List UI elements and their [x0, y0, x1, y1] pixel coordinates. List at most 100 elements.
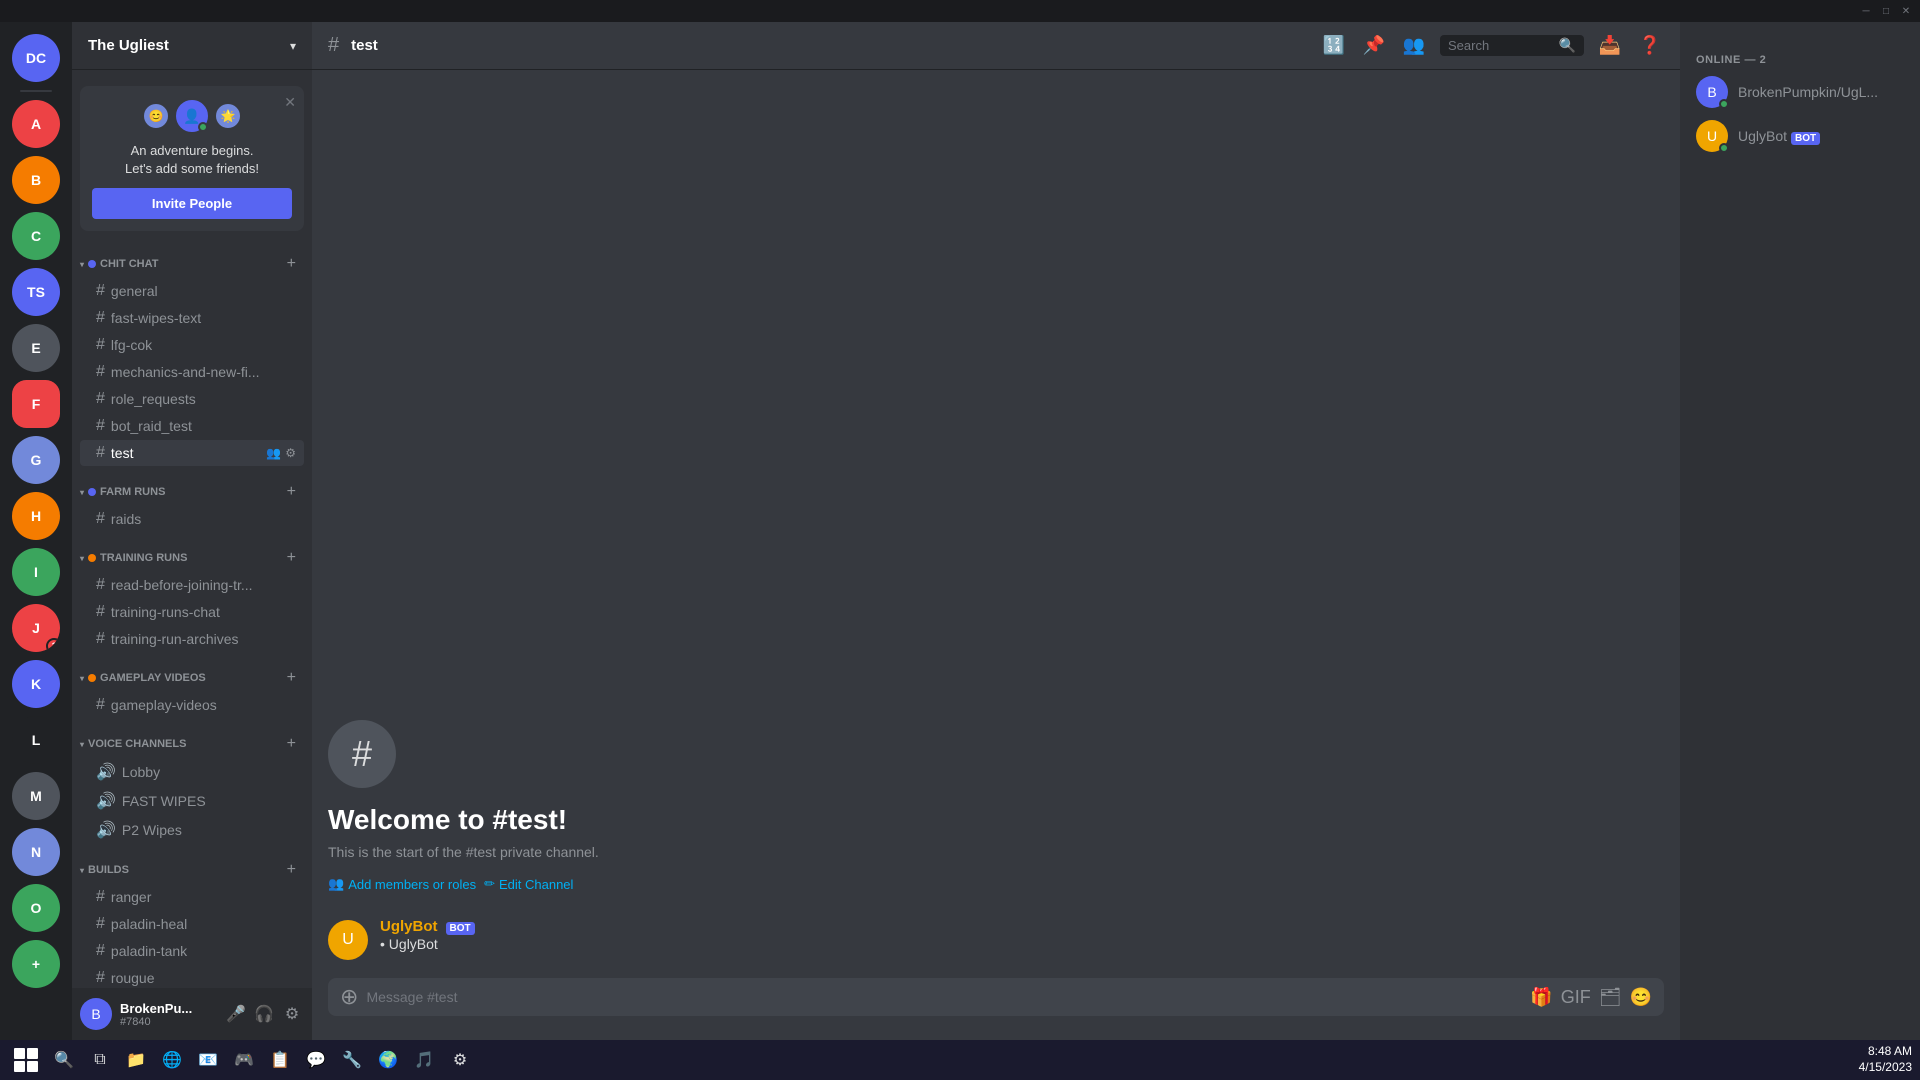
- category-header-gameplay-videos[interactable]: ▾GAMEPLAY VIDEOS +: [72, 653, 312, 691]
- maximize-button[interactable]: □: [1880, 5, 1892, 17]
- app9-taskbar-button[interactable]: 🎵: [408, 1044, 440, 1076]
- channel-test[interactable]: #test👥⚙: [80, 440, 304, 466]
- server-icon-server-e[interactable]: E: [12, 324, 60, 372]
- pin-header-button[interactable]: 📌: [1360, 32, 1388, 60]
- member-item[interactable]: BBrokenPumpkin/UgL...: [1688, 70, 1912, 114]
- channel-P2-Wipes[interactable]: 🔊P2 Wipes: [80, 816, 304, 844]
- user-name: BrokenPu...: [120, 1001, 216, 1016]
- add-members-button[interactable]: 👥 Add members or roles: [328, 876, 476, 892]
- text-channel-icon: #: [96, 696, 105, 714]
- channel-ranger[interactable]: #ranger: [80, 884, 304, 910]
- server-icon-server-n[interactable]: N: [12, 828, 60, 876]
- search-taskbar-button[interactable]: 🔍: [48, 1044, 80, 1076]
- edit-channel-button[interactable]: ✏ Edit Channel: [484, 876, 573, 892]
- channel-read-before-joining-tr---[interactable]: #read-before-joining-tr...: [80, 572, 304, 598]
- member-item[interactable]: UUglyBotBOT: [1688, 114, 1912, 158]
- category-add-button-gameplay-videos[interactable]: +: [287, 669, 296, 687]
- server-header[interactable]: The Ugliest ▾: [72, 22, 312, 70]
- server-icon-discord-home[interactable]: DC: [12, 34, 60, 82]
- server-icon-server-m[interactable]: M: [12, 772, 60, 820]
- close-button[interactable]: ✕: [1900, 5, 1912, 17]
- text-channel-name: raids: [111, 511, 296, 527]
- channel-paladin-heal[interactable]: #paladin-heal: [80, 911, 304, 937]
- category-add-button-voice-channels[interactable]: +: [287, 735, 296, 753]
- server-icon-server-j[interactable]: J1: [12, 604, 60, 652]
- channel-gameplay-videos[interactable]: #gameplay-videos: [80, 692, 304, 718]
- channel-training-runs-chat[interactable]: #training-runs-chat: [80, 599, 304, 625]
- deafen-button[interactable]: 🎧: [252, 1002, 276, 1026]
- files-taskbar-button[interactable]: 📁: [120, 1044, 152, 1076]
- invite-people-button[interactable]: Invite People: [92, 188, 292, 219]
- channel-role-requests[interactable]: #role_requests: [80, 386, 304, 412]
- server-icon-server-a[interactable]: A: [12, 100, 60, 148]
- category-add-button-farm-runs[interactable]: +: [287, 483, 296, 501]
- category-header-farm-runs[interactable]: ▾FARM RUNS+: [72, 467, 312, 505]
- server-icon-server-g[interactable]: G: [12, 436, 60, 484]
- start-button[interactable]: [8, 1042, 44, 1078]
- server-icon-server-i[interactable]: I: [12, 548, 60, 596]
- server-icon-server-k[interactable]: K: [12, 660, 60, 708]
- inbox-header-button[interactable]: 📥: [1596, 32, 1624, 60]
- app7-taskbar-button[interactable]: 🔧: [336, 1044, 368, 1076]
- channel-mechanics-and-new-fi---[interactable]: #mechanics-and-new-fi...: [80, 359, 304, 385]
- channel-paladin-tank[interactable]: #paladin-tank: [80, 938, 304, 964]
- server-icon-server-b[interactable]: B: [12, 156, 60, 204]
- app5-taskbar-button[interactable]: 📋: [264, 1044, 296, 1076]
- mail-taskbar-button[interactable]: 📧: [192, 1044, 224, 1076]
- app6-taskbar-button[interactable]: 💬: [300, 1044, 332, 1076]
- gift-button[interactable]: 🎁: [1530, 987, 1552, 1008]
- category-header-voice-channels[interactable]: ▾VOICE CHANNELS+: [72, 719, 312, 757]
- add-people-icon[interactable]: 👥: [266, 446, 281, 460]
- emoji-button[interactable]: 😊: [1630, 987, 1652, 1008]
- text-channel-name: read-before-joining-tr...: [111, 577, 296, 593]
- xbox-taskbar-button[interactable]: 🎮: [228, 1044, 260, 1076]
- category-header-builds[interactable]: ▾BUILDS+: [72, 845, 312, 883]
- category-name-gameplay-videos: ▾GAMEPLAY VIDEOS: [80, 672, 206, 684]
- channel-rougue[interactable]: #rougue: [80, 965, 304, 988]
- message-input-area: ⊕ 🎁 GIF 🗂 😊: [312, 978, 1680, 1040]
- add-attachment-button[interactable]: ⊕: [340, 984, 358, 1010]
- channel-settings-icon[interactable]: ⚙: [285, 446, 296, 460]
- adventure-avatar-row: 😊 👤 🌟: [92, 98, 292, 134]
- app8-taskbar-button[interactable]: 🌍: [372, 1044, 404, 1076]
- search-bar[interactable]: Search 🔍: [1440, 35, 1584, 56]
- server-icon-server-new[interactable]: +: [12, 940, 60, 988]
- hash-header-button[interactable]: 🔢: [1320, 32, 1348, 60]
- channel-FAST-WIPES[interactable]: 🔊FAST WIPES: [80, 787, 304, 815]
- channel-bot-raid-test[interactable]: #bot_raid_test: [80, 413, 304, 439]
- category-add-button-training-runs[interactable]: +: [287, 549, 296, 567]
- channel-Lobby[interactable]: 🔊Lobby: [80, 758, 304, 786]
- server-icon-server-f[interactable]: F: [12, 380, 60, 428]
- category-add-button-chit-chat[interactable]: +: [287, 255, 296, 273]
- members-header-button[interactable]: 👥: [1400, 32, 1428, 60]
- category-collapse-icon: ▾: [80, 488, 84, 497]
- text-channel-name: test: [111, 445, 260, 461]
- channel-fast-wipes-text[interactable]: #fast-wipes-text: [80, 305, 304, 331]
- channel-general[interactable]: #general: [80, 278, 304, 304]
- server-icon-server-d[interactable]: TS: [12, 268, 60, 316]
- adv-avatar-main: 👤: [174, 98, 210, 134]
- settings-button[interactable]: ⚙: [280, 1002, 304, 1026]
- minimize-button[interactable]: ─: [1860, 5, 1872, 17]
- server-icon-server-c[interactable]: C: [12, 212, 60, 260]
- edge-taskbar-button[interactable]: 🌐: [156, 1044, 188, 1076]
- help-header-button[interactable]: ❓: [1636, 32, 1664, 60]
- server-icon-server-l[interactable]: L: [12, 716, 60, 764]
- channel-lfg-cok[interactable]: #lfg-cok: [80, 332, 304, 358]
- channel-raids[interactable]: #raids: [80, 506, 304, 532]
- gif-button[interactable]: GIF: [1561, 987, 1591, 1008]
- text-channel-name: mechanics-and-new-fi...: [111, 364, 296, 380]
- task-view-button[interactable]: ⧉: [84, 1044, 116, 1076]
- mute-button[interactable]: 🎤: [224, 1002, 248, 1026]
- adventure-close-button[interactable]: ✕: [284, 94, 296, 111]
- message-input[interactable]: [366, 978, 1522, 1016]
- server-icon-server-o[interactable]: O: [12, 884, 60, 932]
- voice-icon: 🔊: [96, 762, 116, 782]
- channel-training-run-archives[interactable]: #training-run-archives: [80, 626, 304, 652]
- category-header-training-runs[interactable]: ▾TRAINING RUNS+: [72, 533, 312, 571]
- server-icon-server-h[interactable]: H: [12, 492, 60, 540]
- app10-taskbar-button[interactable]: ⚙: [444, 1044, 476, 1076]
- category-add-button-builds[interactable]: +: [287, 861, 296, 879]
- sticker-button[interactable]: 🗂: [1599, 987, 1622, 1008]
- category-header-chit-chat[interactable]: ▾CHIT CHAT+: [72, 239, 312, 277]
